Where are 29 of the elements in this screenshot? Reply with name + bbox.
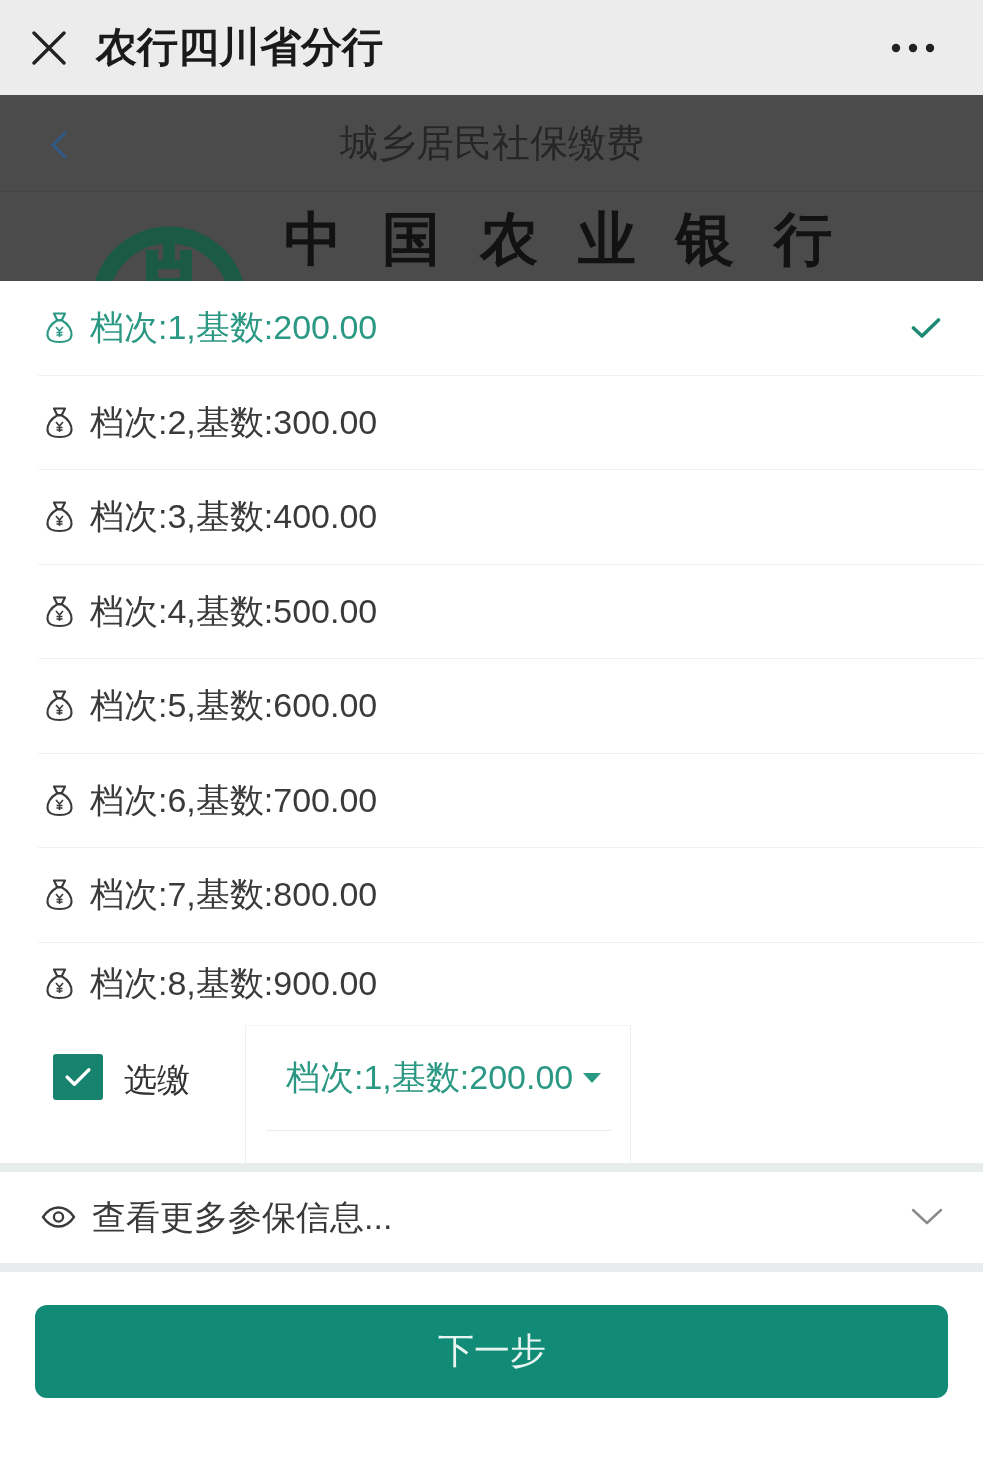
option-item[interactable]: 档次:2,基数:300.00 bbox=[38, 375, 983, 470]
eye-icon bbox=[41, 1206, 76, 1228]
money-bag-icon bbox=[45, 689, 74, 723]
more-icon[interactable] bbox=[891, 42, 935, 53]
next-button[interactable]: 下一步 bbox=[35, 1304, 948, 1398]
money-bag-icon bbox=[45, 967, 74, 1000]
check-icon bbox=[911, 316, 941, 339]
checkbox[interactable] bbox=[53, 1053, 103, 1100]
option-item[interactable]: 档次:7,基数:800.00 bbox=[38, 848, 983, 943]
logo-icon bbox=[92, 224, 246, 281]
money-bag-icon bbox=[45, 311, 74, 345]
option-item[interactable]: 档次:4,基数:500.00 bbox=[38, 564, 983, 659]
money-bag-icon bbox=[45, 878, 74, 912]
bank-name: 中国农业银行 bbox=[284, 208, 872, 272]
money-bag-icon bbox=[45, 500, 74, 534]
checkbox-label: 选缴 bbox=[124, 1059, 190, 1100]
more-info-row[interactable]: 查看更多参保信息... bbox=[0, 1171, 983, 1263]
check-icon bbox=[64, 1066, 92, 1087]
caret-icon bbox=[583, 1072, 602, 1083]
option-item[interactable]: 档次:1,基数:200.00 bbox=[38, 281, 983, 376]
money-bag-icon bbox=[45, 405, 74, 439]
option-item[interactable]: 档次:6,基数:700.00 bbox=[38, 753, 983, 848]
option-item[interactable]: 档次:5,基数:600.00 bbox=[38, 659, 983, 754]
money-bag-icon bbox=[45, 594, 74, 628]
window-title: 农行四川省分行 bbox=[96, 22, 383, 72]
close-icon[interactable] bbox=[32, 30, 66, 65]
option-item[interactable]: 档次:3,基数:400.00 bbox=[38, 470, 983, 565]
money-bag-icon bbox=[45, 783, 74, 817]
option-item[interactable]: 档次:8,基数:900.00 bbox=[38, 942, 983, 1025]
